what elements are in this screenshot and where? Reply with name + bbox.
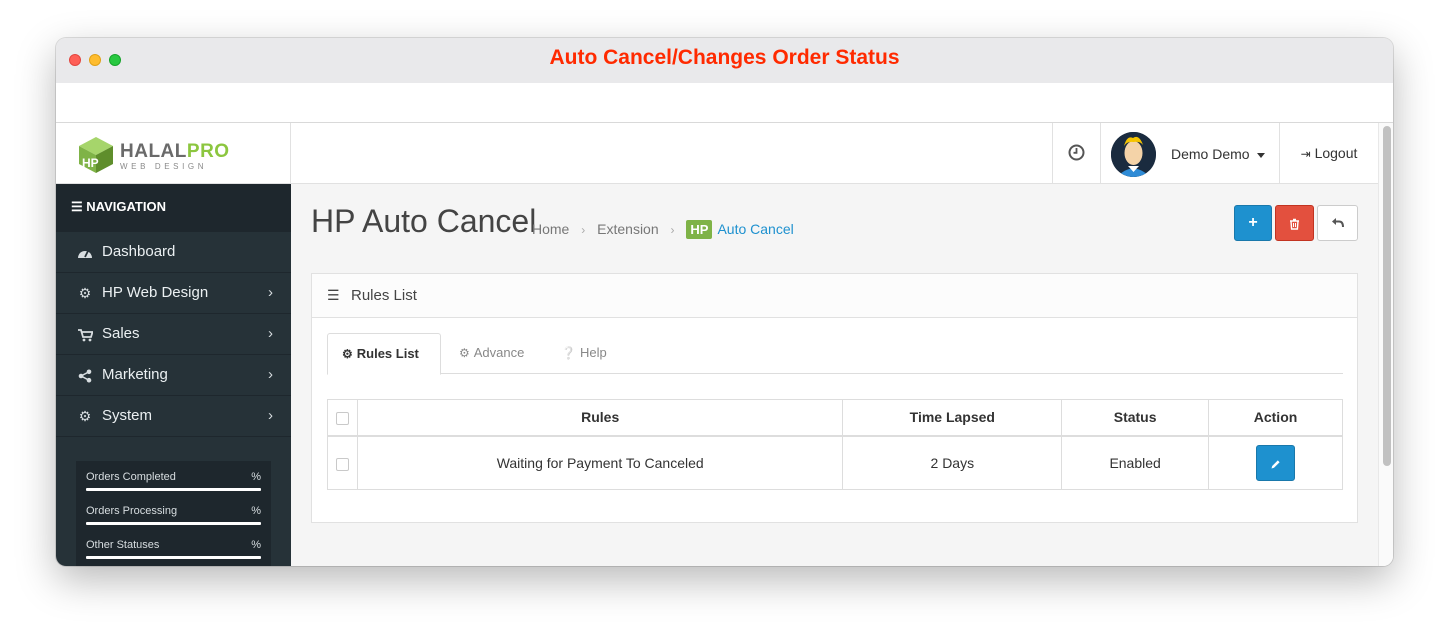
tab-advance[interactable]: ⚙ Advance — [445, 333, 538, 374]
bars-icon: ☰ — [71, 199, 83, 214]
scrollbar[interactable] — [1378, 123, 1393, 566]
shopping-cart-icon — [76, 314, 94, 354]
panel-heading: ☰ Rules List — [312, 274, 1357, 318]
breadcrumb-home[interactable]: Home — [532, 221, 569, 237]
sign-out-icon: ⇥ — [1300, 147, 1311, 161]
stat-orders-processing: Orders Processing % — [86, 505, 261, 539]
rule-name: Waiting for Payment To Canceled — [356, 435, 844, 490]
chevron-right-icon: › — [268, 407, 273, 424]
logo-subtitle: WEB DESIGN — [120, 162, 208, 171]
window-title: Auto Cancel/Changes Order Status — [549, 46, 900, 69]
table-header-row: Rules Time Lapsed Status Action — [327, 399, 1343, 437]
page-title: HP Auto Cancel — [311, 203, 537, 239]
table-row: Waiting for Payment To Canceled 2 Days E… — [327, 435, 1343, 490]
rules-table: Rules Time Lapsed Status Action Waiting … — [327, 399, 1343, 490]
sidebar-item-hp-web-design[interactable]: ⚙ HP Web Design › — [56, 273, 291, 314]
caret-down-icon — [1256, 152, 1265, 158]
user-name: Demo Demo — [1171, 146, 1265, 162]
chevron-right-icon: › — [268, 284, 273, 301]
window-titlebar: Auto Cancel/Changes Order Status — [56, 38, 1393, 83]
sidebar-item-sales[interactable]: Sales › — [56, 314, 291, 355]
list-icon: ☰ — [327, 287, 340, 303]
breadcrumb-current[interactable]: Auto Cancel — [717, 221, 793, 237]
user-menu[interactable]: Demo Demo — [1101, 123, 1280, 184]
tab-bar: ⚙ Rules List ⚙ Advance ❔ Help — [327, 333, 1343, 375]
svg-text:HP: HP — [82, 156, 99, 170]
cog-icon: ⚙ — [342, 347, 353, 361]
tachometer-icon — [76, 232, 94, 272]
hp-badge: HP — [686, 220, 713, 239]
breadcrumb-extension[interactable]: Extension — [597, 221, 658, 237]
cogs-icon: ⚙ — [78, 285, 92, 301]
clock-button[interactable] — [1052, 123, 1101, 184]
clock-icon — [1068, 144, 1085, 161]
share-icon — [76, 355, 94, 395]
tab-help[interactable]: ❔ Help — [547, 333, 621, 374]
progress-bar — [86, 556, 261, 559]
avatar — [1111, 132, 1156, 177]
stat-other-statuses: Other Statuses % — [86, 539, 261, 566]
rules-panel: ☰ Rules List ⚙ Rules List ⚙ Advance ❔ Help — [311, 273, 1358, 523]
progress-bar — [86, 522, 261, 525]
delete-button[interactable] — [1275, 205, 1314, 241]
sidebar: ☰ NAVIGATION Dashboard ⚙ HP Web Design ›… — [56, 184, 291, 566]
browser-window: Auto Cancel/Changes Order Status HP HALA… — [56, 38, 1393, 566]
status: Enabled — [1061, 435, 1210, 490]
select-all-cell — [327, 399, 358, 437]
sidebar-item-marketing[interactable]: Marketing › — [56, 355, 291, 396]
action-cell — [1208, 435, 1343, 490]
logo-cube-icon: HP — [79, 137, 113, 173]
navigation-header[interactable]: ☰ NAVIGATION — [56, 184, 291, 232]
column-header-action: Action — [1208, 399, 1343, 437]
tab-rules-list[interactable]: ⚙ Rules List — [327, 333, 441, 375]
chevron-right-icon: › — [268, 325, 273, 342]
sidebar-item-system[interactable]: ⚙ System › — [56, 396, 291, 437]
stat-orders-completed: Orders Completed % — [86, 471, 261, 505]
admin-app: HP HALALPRO WEB DESIGN Demo Demo ⇥ Logou… — [56, 123, 1393, 566]
row-checkbox[interactable] — [335, 457, 349, 471]
column-header-rules[interactable]: Rules — [356, 399, 844, 437]
logo-name: HALALPRO — [120, 141, 230, 162]
column-header-time-lapsed[interactable]: Time Lapsed — [842, 399, 1063, 437]
column-header-status[interactable]: Status — [1061, 399, 1210, 437]
logo[interactable]: HP HALALPRO WEB DESIGN — [56, 123, 291, 184]
row-select-cell — [327, 435, 358, 490]
order-stats: Orders Completed % Orders Processing % O… — [76, 461, 271, 566]
add-button[interactable]: + — [1234, 205, 1272, 241]
select-all-checkbox[interactable] — [335, 412, 349, 426]
top-header: HP HALALPRO WEB DESIGN Demo Demo ⇥ Logou… — [56, 123, 1378, 184]
pencil-icon — [1271, 459, 1280, 469]
breadcrumb-separator: › — [670, 223, 675, 237]
trash-icon — [1290, 218, 1299, 230]
edit-button[interactable] — [1256, 444, 1296, 481]
reply-icon — [1332, 218, 1344, 228]
time-lapsed: 2 Days — [842, 435, 1063, 490]
sidebar-item-dashboard[interactable]: Dashboard — [56, 232, 291, 273]
progress-bar — [86, 488, 261, 491]
breadcrumb: Home › Extension › HP Auto Cancel — [532, 220, 794, 239]
plus-icon: + — [1248, 214, 1258, 231]
question-circle-icon: ❔ — [561, 346, 576, 360]
scrollbar-thumb[interactable] — [1383, 126, 1391, 466]
cogs-icon: ⚙ — [459, 346, 470, 360]
logout-link[interactable]: ⇥ Logout — [1280, 123, 1378, 184]
toolbar-area — [56, 83, 1393, 123]
cog-icon: ⚙ — [78, 408, 92, 424]
back-button[interactable] — [1317, 205, 1358, 241]
breadcrumb-separator: › — [581, 223, 586, 237]
chevron-right-icon: › — [268, 366, 273, 383]
